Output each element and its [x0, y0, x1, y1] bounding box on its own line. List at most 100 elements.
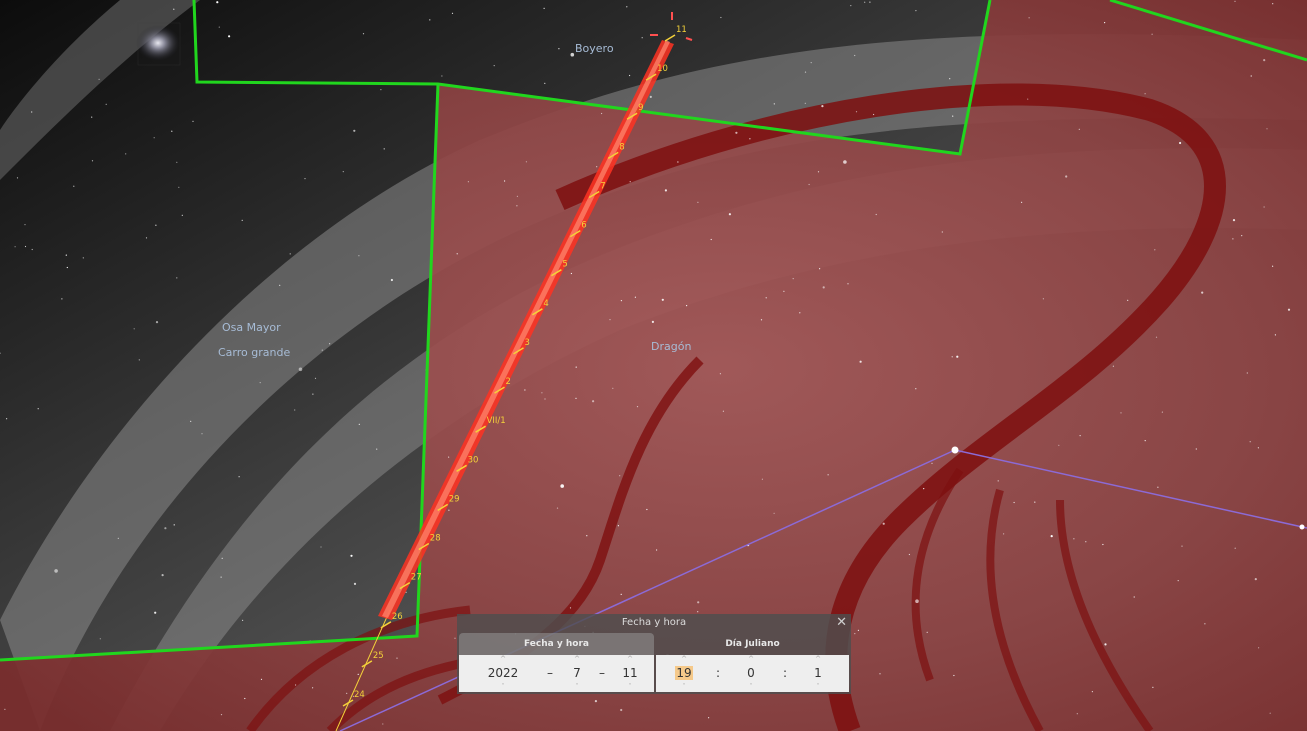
star: [735, 131, 738, 134]
star: [279, 284, 281, 286]
star: [201, 433, 203, 435]
star: [1076, 713, 1078, 715]
star: [544, 82, 546, 84]
minute-spinner[interactable]: ^ 0 ˇ: [741, 655, 761, 692]
minute-value[interactable]: 0: [741, 664, 761, 683]
star: [1120, 412, 1122, 414]
star: [1177, 580, 1179, 582]
year-down-arrow[interactable]: ˇ: [481, 683, 525, 692]
star: [854, 633, 856, 635]
label-big-dipper: Carro grande: [218, 346, 291, 359]
star: [178, 186, 180, 188]
star: [65, 254, 67, 256]
star: [544, 398, 546, 400]
second-down-arrow[interactable]: ˇ: [808, 683, 828, 692]
year-up-arrow[interactable]: ^: [481, 655, 525, 664]
star: [448, 509, 450, 511]
star: [1274, 334, 1276, 336]
hour-value[interactable]: 19: [672, 664, 696, 683]
star: [24, 224, 26, 226]
star: [125, 153, 127, 155]
star: [1112, 365, 1114, 367]
star: [383, 148, 385, 150]
star: [362, 33, 365, 35]
trajectory-tick-label: 10: [657, 64, 668, 74]
second-up-arrow[interactable]: ^: [808, 655, 828, 664]
star: [804, 71, 807, 73]
star: [827, 474, 829, 476]
hour-down-arrow[interactable]: ˇ: [672, 683, 696, 692]
star: [37, 408, 39, 410]
star: [617, 525, 620, 527]
star: [304, 178, 306, 180]
star: [190, 420, 192, 422]
star: [634, 296, 637, 298]
hour-up-arrow[interactable]: ^: [672, 655, 696, 664]
star: [241, 219, 243, 221]
star: [31, 111, 33, 113]
day-up-arrow[interactable]: ^: [617, 655, 643, 664]
month-down-arrow[interactable]: ˇ: [567, 683, 587, 692]
star: [91, 116, 93, 118]
star: [661, 298, 664, 301]
trajectory-tick-label: 28: [430, 534, 441, 544]
star: [1144, 440, 1146, 442]
star: [677, 161, 679, 163]
star: [636, 406, 639, 408]
star: [855, 111, 858, 113]
year-spinner[interactable]: ^ 2022 ˇ: [481, 655, 525, 692]
star: [586, 535, 588, 537]
month-spinner[interactable]: ^ 7 ˇ: [567, 655, 587, 692]
close-icon[interactable]: ✕: [836, 615, 847, 631]
star: [686, 305, 688, 307]
star: [956, 355, 959, 358]
star: [82, 257, 84, 259]
tab-julian-day[interactable]: Día Juliano: [656, 633, 849, 655]
star: [875, 213, 877, 216]
star: [1091, 691, 1093, 693]
star: [6, 418, 8, 420]
hour-spinner[interactable]: ^ 19 ˇ: [672, 655, 696, 692]
minute-up-arrow[interactable]: ^: [741, 655, 761, 664]
star: [804, 102, 806, 104]
month-value[interactable]: 7: [567, 664, 587, 683]
galaxy-icon: [136, 25, 180, 61]
star: [822, 286, 825, 289]
year-value[interactable]: 2022: [481, 664, 525, 683]
second-spinner[interactable]: ^ 1 ˇ: [808, 655, 828, 692]
second-value[interactable]: 1: [808, 664, 828, 683]
day-down-arrow[interactable]: ˇ: [617, 683, 643, 692]
star: [612, 387, 614, 389]
star: [24, 245, 27, 248]
month-up-arrow[interactable]: ^: [567, 655, 587, 664]
star: [819, 268, 821, 270]
star: [353, 129, 356, 132]
star: [1085, 541, 1087, 543]
star: [570, 52, 575, 57]
hour-value-text[interactable]: 19: [675, 666, 693, 680]
star: [54, 569, 58, 573]
star: [220, 714, 223, 716]
star: [719, 373, 722, 375]
dialog-title: Fecha y hora: [621, 617, 687, 628]
star: [1155, 336, 1158, 338]
star: [810, 62, 812, 64]
tab-datetime[interactable]: Fecha y hora: [459, 633, 654, 655]
day-value[interactable]: 11: [617, 664, 643, 683]
star: [1104, 22, 1106, 24]
star: [1073, 538, 1075, 540]
trajectory-tick-label: 4: [543, 299, 548, 309]
minute-down-arrow[interactable]: ˇ: [741, 683, 761, 692]
star: [396, 657, 398, 659]
star: [454, 637, 456, 639]
trajectory-tick-label: 5: [562, 260, 567, 270]
star: [376, 448, 378, 450]
star: [1078, 128, 1080, 130]
star: [342, 171, 344, 173]
star: [697, 601, 700, 604]
star: [155, 321, 159, 324]
trajectory-tick-label: 8: [619, 142, 624, 152]
star: [1065, 175, 1068, 178]
star: [601, 112, 603, 115]
day-spinner[interactable]: ^ 11 ˇ: [617, 655, 643, 692]
